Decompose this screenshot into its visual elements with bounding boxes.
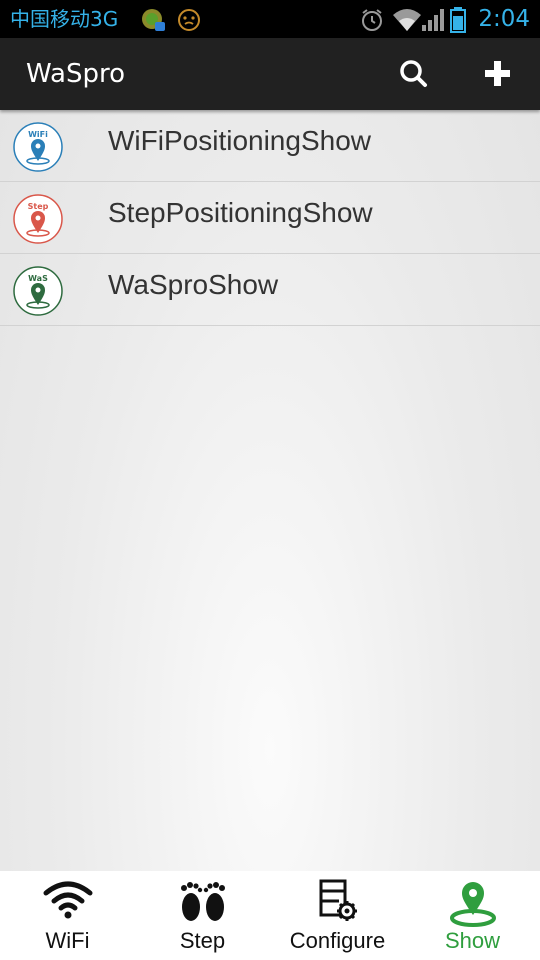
tab-wifi[interactable]: WiFi	[0, 871, 135, 960]
list-item-waspro-show[interactable]: WaS WaSproShow	[0, 254, 540, 326]
add-icon	[485, 61, 510, 86]
show-list: WiFi WiFiPositioningShow Step StepPositi…	[0, 110, 540, 326]
tab-configure[interactable]: Configure	[270, 871, 405, 960]
face-icon	[178, 9, 200, 31]
battery-icon	[450, 7, 466, 33]
search-icon	[400, 60, 427, 87]
waspro-badge-text: WaS	[28, 274, 48, 283]
status-bar: 中国移动3G 2:04	[0, 0, 540, 38]
step-badge-text: Step	[28, 202, 49, 211]
wifi-pin-icon: WiFi	[13, 122, 63, 172]
list-item-label: WiFiPositioningShow	[108, 125, 371, 156]
app-title: WaSpro	[26, 59, 126, 89]
tab-label: Show	[444, 928, 501, 953]
tab-step[interactable]: Step	[135, 871, 270, 960]
footprints-icon	[180, 882, 225, 921]
list-item-label: StepPositioningShow	[108, 197, 373, 228]
carrier-name: 中国移动3G	[10, 7, 119, 31]
tab-label: Step	[179, 928, 226, 953]
list-item-step-positioning-show[interactable]: Step StepPositioningShow	[0, 182, 540, 254]
list-item-wifi-positioning-show[interactable]: WiFi WiFiPositioningShow	[0, 110, 540, 182]
wifi-signal-icon	[393, 9, 421, 31]
add-button[interactable]	[478, 54, 518, 94]
location-pin-icon	[449, 882, 496, 927]
tab-label: WiFi	[45, 928, 90, 953]
tab-show[interactable]: Show	[405, 871, 540, 960]
bottom-navigation: WiFi Step Configure Show	[0, 871, 540, 960]
alarm-icon	[362, 9, 382, 31]
list-item-label: WaSproShow	[108, 269, 279, 300]
tab-label: Configure	[289, 928, 386, 953]
search-button[interactable]	[394, 54, 434, 94]
wifi-badge-text: WiFi	[28, 130, 48, 139]
step-pin-icon: Step	[13, 194, 63, 244]
configure-icon	[319, 879, 357, 921]
cell-signal-icon	[422, 9, 444, 31]
app-notification-icon	[142, 9, 165, 31]
waspro-pin-icon: WaS	[13, 266, 63, 316]
wifi-icon	[43, 881, 92, 919]
clock: 2:04	[478, 6, 530, 32]
action-bar: WaSpro	[0, 38, 540, 110]
